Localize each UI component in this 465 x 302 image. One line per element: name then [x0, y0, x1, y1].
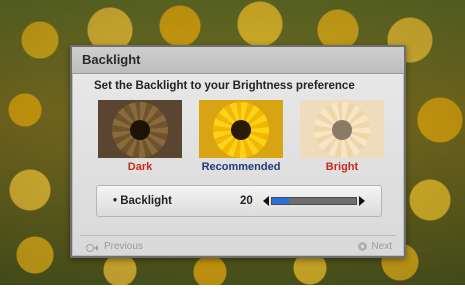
- next-button[interactable]: Next: [358, 241, 392, 252]
- backlight-dialog: Backlight Set the Backlight to your Brig…: [70, 45, 406, 258]
- preset-dark-label: Dark: [127, 161, 153, 173]
- dialog-title: Backlight: [82, 52, 141, 67]
- backlight-value: 20: [240, 195, 253, 207]
- dialog-title-bar: Backlight: [72, 47, 404, 74]
- backlight-setting-label: • Backlight: [113, 195, 172, 207]
- increase-arrow-icon[interactable]: [359, 196, 365, 206]
- backlight-slider-fill: [272, 198, 289, 204]
- backlight-slider[interactable]: [271, 197, 357, 205]
- footer-divider: [80, 235, 396, 236]
- dialog-subtitle: Set the Backlight to your Brightness pre…: [94, 80, 355, 92]
- preset-bright-thumbnail[interactable]: [300, 100, 384, 158]
- previous-label: Previous: [104, 241, 143, 252]
- preset-dark-thumbnail[interactable]: [98, 100, 182, 158]
- next-label: Next: [371, 241, 392, 252]
- return-icon: [86, 242, 100, 252]
- preset-recommended-thumbnail[interactable]: [199, 100, 283, 158]
- decrease-arrow-icon[interactable]: [263, 196, 269, 206]
- preset-recommended-label: Recommended: [201, 161, 281, 173]
- dot-button-icon: [358, 242, 368, 251]
- previous-button[interactable]: Previous: [86, 241, 143, 252]
- backlight-setting-row[interactable]: • Backlight 20: [96, 185, 382, 217]
- preset-bright-label: Bright: [325, 161, 359, 173]
